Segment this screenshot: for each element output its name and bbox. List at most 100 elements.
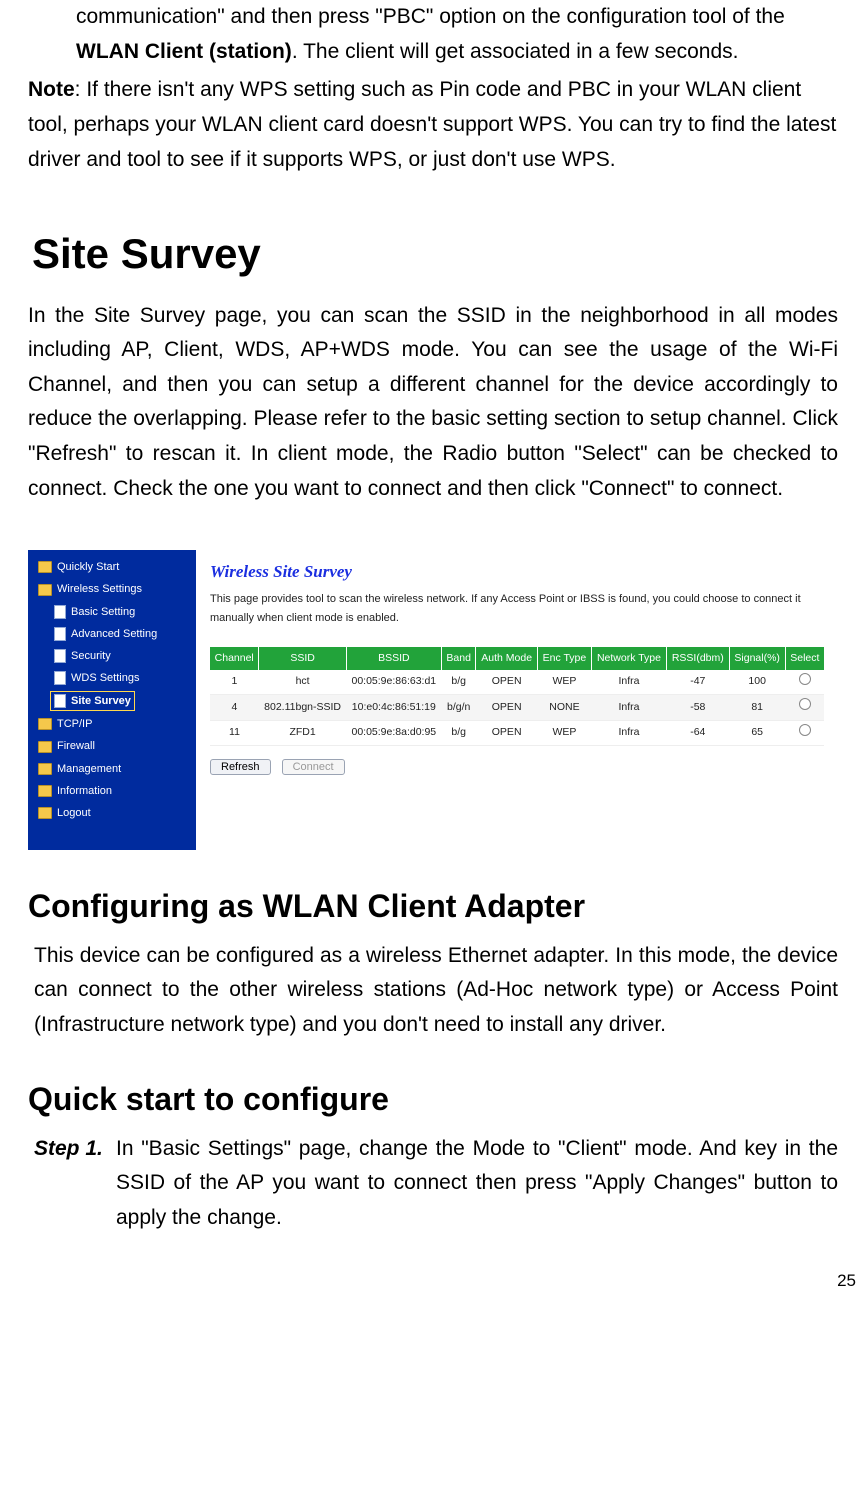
sidebar-item[interactable]: Advanced Setting (28, 623, 196, 645)
sidebar-item[interactable]: Information (28, 780, 196, 802)
heading-quickstart: Quick start to configure (28, 1073, 838, 1126)
page-icon (54, 649, 66, 663)
survey-table: ChannelSSIDBSSIDBandAuth ModeEnc TypeNet… (210, 647, 824, 746)
refresh-button[interactable]: Refresh (210, 759, 271, 775)
cell: OPEN (476, 670, 537, 695)
screenshot: Quickly Start Wireless Settings Basic Sett… (28, 550, 838, 850)
cell: WEP (537, 670, 591, 695)
select-radio[interactable] (799, 724, 811, 736)
column-header: RSSI(dbm) (667, 647, 730, 670)
sidebar-item-label: Firewall (57, 737, 95, 755)
cell: NONE (537, 695, 591, 720)
cell: hct (259, 670, 346, 695)
cell: -58 (667, 695, 730, 720)
folder-icon (38, 741, 52, 753)
cell: b/g (441, 720, 475, 745)
cell: -47 (667, 670, 730, 695)
cell: WEP (537, 720, 591, 745)
column-header: Channel (210, 647, 259, 670)
select-cell (785, 695, 824, 720)
text-segment: . The client will get associated in a fe… (292, 40, 739, 63)
sidebar-item-label: WDS Settings (71, 669, 139, 687)
sidebar-item-label: Site Survey (71, 692, 131, 710)
cell: 65 (729, 720, 785, 745)
folder-icon (38, 561, 52, 573)
cell: b/g (441, 670, 475, 695)
sidebar-item-label: Security (71, 647, 111, 665)
page-icon (54, 627, 66, 641)
continuation-paragraph: communication" and then press "PBC" opti… (76, 0, 838, 69)
cell: 10:e0:4c:86:51:19 (346, 695, 441, 720)
step-text: In "Basic Settings" page, change the Mod… (116, 1132, 838, 1236)
content-desc: This page provides tool to scan the wire… (210, 590, 824, 626)
page-number: 25 (0, 1235, 866, 1299)
page-icon (54, 694, 66, 708)
sidebar-item[interactable]: TCP/IP (28, 713, 196, 735)
cell: 1 (210, 670, 259, 695)
cell: ZFD1 (259, 720, 346, 745)
sidebar-item-label: TCP/IP (57, 715, 92, 733)
cell: Infra (591, 670, 666, 695)
table-row: 11ZFD100:05:9e:8a:d0:95b/gOPENWEPInfra-6… (210, 720, 824, 745)
sidebar-item-label: Advanced Setting (71, 625, 157, 643)
sidebar-item[interactable]: Basic Setting (28, 601, 196, 623)
sidebar-item[interactable]: Quickly Start (28, 556, 196, 578)
column-header: Network Type (591, 647, 666, 670)
folder-icon (38, 584, 52, 596)
cell: b/g/n (441, 695, 475, 720)
sidebar-item[interactable]: Wireless Settings (28, 578, 196, 600)
content-title: Wireless Site Survey (210, 558, 824, 586)
note-paragraph: Note: If there isn't any WPS setting suc… (28, 73, 838, 177)
select-cell (785, 720, 824, 745)
site-survey-paragraph: In the Site Survey page, you can scan th… (28, 299, 838, 507)
cell: 81 (729, 695, 785, 720)
column-header: Auth Mode (476, 647, 537, 670)
folder-icon (38, 763, 52, 775)
sidebar-item-label: Logout (57, 804, 91, 822)
table-row: 1hct00:05:9e:86:63:d1b/gOPENWEPInfra-471… (210, 670, 824, 695)
select-radio[interactable] (799, 673, 811, 685)
sidebar-item[interactable]: Logout (28, 802, 196, 824)
bold-segment: WLAN Client (station) (76, 40, 292, 63)
column-header: Band (441, 647, 475, 670)
page-icon (54, 671, 66, 685)
cell: OPEN (476, 720, 537, 745)
cell: 100 (729, 670, 785, 695)
step-1: Step 1. In "Basic Settings" page, change… (28, 1132, 838, 1236)
cell: 4 (210, 695, 259, 720)
text-segment: communication" and then press "PBC" opti… (76, 5, 785, 28)
sidebar-item[interactable]: Security (28, 645, 196, 667)
sidebar-item-label: Basic Setting (71, 603, 135, 621)
sidebar-item[interactable]: Management (28, 758, 196, 780)
select-radio[interactable] (799, 698, 811, 710)
cell: -64 (667, 720, 730, 745)
sidebar-item-label: Management (57, 760, 121, 778)
step-label: Step 1. (34, 1132, 116, 1236)
sidebar-item-label: Wireless Settings (57, 580, 142, 598)
connect-button[interactable]: Connect (282, 759, 345, 775)
cell: Infra (591, 695, 666, 720)
column-header: SSID (259, 647, 346, 670)
sidebar-item[interactable]: Firewall (28, 735, 196, 757)
cell: 11 (210, 720, 259, 745)
heading-site-survey: Site Survey (32, 219, 838, 288)
cell: 802.11bgn-SSID (259, 695, 346, 720)
content-pane: Wireless Site Survey This page provides … (196, 550, 838, 850)
column-header: BSSID (346, 647, 441, 670)
cell: 00:05:9e:86:63:d1 (346, 670, 441, 695)
sidebar-item-label: Information (57, 782, 112, 800)
page-icon (54, 605, 66, 619)
note-label: Note (28, 78, 75, 101)
cell: OPEN (476, 695, 537, 720)
folder-icon (38, 807, 52, 819)
cell: 00:05:9e:8a:d0:95 (346, 720, 441, 745)
cell: Infra (591, 720, 666, 745)
sidebar-item-label: Quickly Start (57, 558, 119, 576)
sidebar-item[interactable]: Site Survey (28, 689, 196, 713)
sidebar-item[interactable]: WDS Settings (28, 667, 196, 689)
button-row: Refresh Connect (210, 758, 824, 776)
table-row: 4802.11bgn-SSID10:e0:4c:86:51:19b/g/nOPE… (210, 695, 824, 720)
column-header: Enc Type (537, 647, 591, 670)
column-header: Select (785, 647, 824, 670)
sidebar: Quickly Start Wireless Settings Basic Sett… (28, 550, 196, 850)
